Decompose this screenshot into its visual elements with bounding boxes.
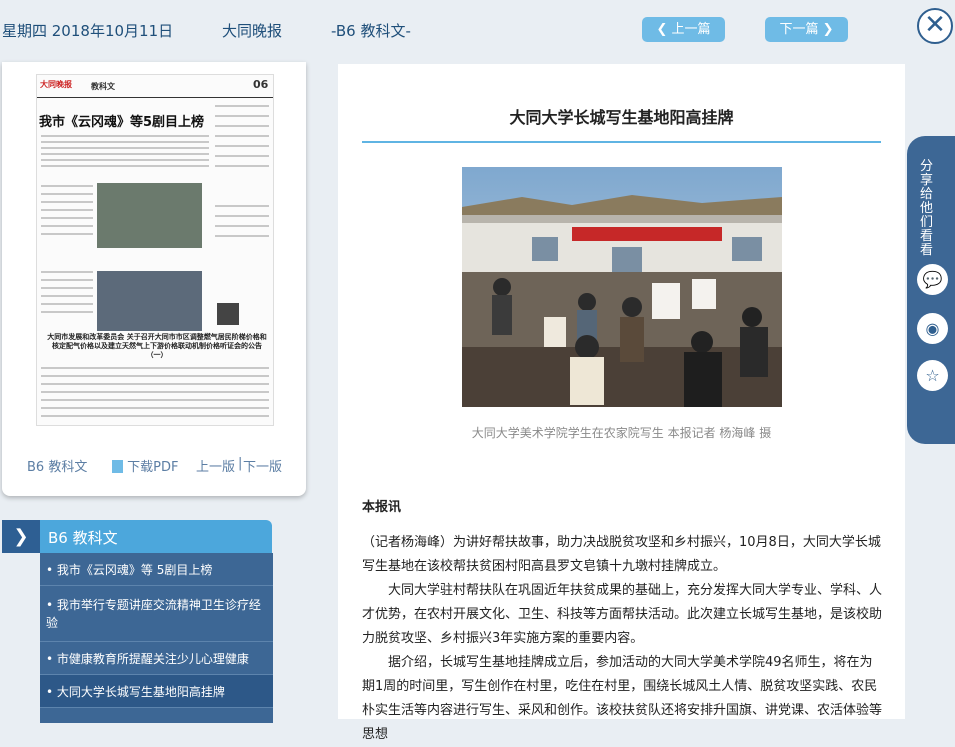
page-thumbnail[interactable]: 大同晚报 教科文 06 我市《云冈魂》等5剧目上榜 大同市发展和改革委员会 关于… xyxy=(36,74,274,426)
photo-caption: 大同大学美术学院学生在农家院写生 本报记者 杨海峰 摄 xyxy=(471,426,772,440)
share-sidebar: 分享给他们看看 💬 ◉ ☆ xyxy=(907,136,955,444)
pdf-icon xyxy=(112,460,123,473)
issue-date: 星期四 2018年10月11日 xyxy=(2,22,174,40)
article-panel: 大同大学长城写生基地阳高挂牌 大同大学美术学院学生在农家院写生 本报记者 杨海峰… xyxy=(338,64,905,742)
close-icon: ✕ xyxy=(924,10,946,40)
qr-code-icon xyxy=(217,303,239,325)
thumbnail-section: 教科文 xyxy=(91,82,115,91)
masthead-logo: 大同晚报 xyxy=(40,80,72,89)
article-list-item-active[interactable]: • 大同大学长城写生基地阳高挂牌 xyxy=(40,675,273,708)
page-link-separator: | xyxy=(238,456,243,471)
page-thumbnail-panel: 大同晚报 教科文 06 我市《云冈魂》等5剧目上榜 大同市发展和改革委员会 关于… xyxy=(2,62,306,496)
article-list-item[interactable]: • 我市《云冈魂》等 5剧目上榜 xyxy=(40,553,273,586)
article-list-item[interactable]: • 我市举行专题讲座交流精神卫生诊疗经验 xyxy=(40,586,273,642)
article-paragraph: （记者杨海峰）为讲好帮扶故事，助力决战脱贫攻坚和乡村振兴，10月8日，大同大学长… xyxy=(362,535,881,574)
next-article-button[interactable]: 下一篇 ❯ xyxy=(765,17,848,42)
close-button[interactable]: ✕ xyxy=(917,8,953,44)
thumbnail-header: 大同晚报 教科文 06 xyxy=(37,75,273,98)
thumbnail-section-label: B6 教科文 xyxy=(27,460,88,475)
next-article-label: 下一篇 xyxy=(779,22,819,37)
thumbnail-notice-heading: 大同市发展和改革委员会 关于召开大同市市区调整燃气居民阶梯价格和核定配气价格以及… xyxy=(47,333,267,359)
next-page-link[interactable]: 下一版 xyxy=(243,456,282,475)
chevron-right-icon: ❯ xyxy=(2,520,40,553)
article-photo xyxy=(462,167,782,407)
thumbnail-page-number: 06 xyxy=(253,78,269,91)
section-title: B6 教科文 xyxy=(48,529,118,547)
article-list-item[interactable]: • 市健康教育所提醒关注少儿心理健康 xyxy=(40,642,273,675)
article-list: • 我市《云冈魂》等 5剧目上榜 • 我市举行专题讲座交流精神卫生诊疗经验 • … xyxy=(40,553,273,723)
thumbnail-headline: 我市《云冈魂》等5剧目上榜 xyxy=(39,115,205,130)
thumbnail-photo xyxy=(97,183,202,248)
chevron-left-icon: ❮ xyxy=(656,22,668,37)
article-title: 大同大学长城写生基地阳高挂牌 xyxy=(509,108,734,127)
title-divider xyxy=(362,141,881,143)
favorite-icon[interactable]: ☆ xyxy=(917,360,948,391)
wechat-icon[interactable]: 💬 xyxy=(917,264,948,295)
newspaper-name: 大同晚报 xyxy=(222,22,283,40)
prev-article-label: 上一篇 xyxy=(671,22,711,37)
weibo-icon[interactable]: ◉ xyxy=(917,313,948,344)
prev-article-button[interactable]: ❮ 上一篇 xyxy=(642,17,725,42)
thumbnail-photo xyxy=(97,271,202,331)
article-paragraph: 大同大学驻村帮扶队在巩固近年扶贫成果的基础上，充分发挥大同大学专业、学科、人才优… xyxy=(362,583,883,646)
page-section: -B6 教科文- xyxy=(331,22,411,40)
prev-page-link[interactable]: 上一版 xyxy=(196,456,235,475)
chevron-right-icon: ❯ xyxy=(822,22,834,37)
top-bar: 星期四 2018年10月11日 大同晚报 -B6 教科文- ❮ 上一篇 下一篇 … xyxy=(0,0,955,62)
download-pdf-label: 下载PDF xyxy=(127,460,179,475)
article-paragraph: 据介绍，长城写生基地挂牌成立后，参加活动的大同大学美术学院49名师生，将在为期1… xyxy=(362,655,883,742)
section-title-bar: ❯ B6 教科文 xyxy=(2,520,272,553)
article-lead: 本报讯 xyxy=(362,500,402,515)
share-label: 分享给他们看看 xyxy=(920,159,934,258)
download-pdf-link[interactable]: 下载PDF xyxy=(112,456,178,475)
